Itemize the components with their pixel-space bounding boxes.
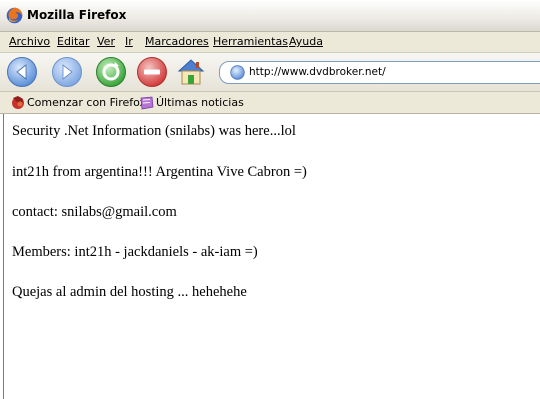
menu-herramientas[interactable]: Herramientas <box>213 35 288 48</box>
bookmarks-toolbar: Comenzar con Firefox Últimas noticias <box>0 92 540 114</box>
bookmark-ultimas-noticias[interactable]: Últimas noticias <box>139 95 244 111</box>
page-content: Security .Net Information (snilabs) was … <box>3 114 540 399</box>
stop-icon[interactable] <box>136 56 168 88</box>
menu-archivo[interactable]: Archivo <box>9 35 50 48</box>
menu-bar: Archivo Editar Ver Ir Marcadores Herrami… <box>0 32 540 53</box>
back-icon[interactable] <box>6 56 38 88</box>
menu-ver[interactable]: Ver <box>97 35 115 48</box>
reload-icon[interactable] <box>95 56 127 88</box>
bookmark-label: Últimas noticias <box>156 96 244 109</box>
url-bar[interactable]: http://www.dvdbroker.net/ <box>219 61 540 84</box>
title-bar: Mozilla Firefox <box>0 0 540 32</box>
navigation-toolbar: http://www.dvdbroker.net/ <box>0 53 540 92</box>
page-globe-icon <box>230 65 245 80</box>
content-line: Members: int21h - jackdaniels - ak-iam =… <box>12 244 258 260</box>
menu-editar[interactable]: Editar <box>57 35 90 48</box>
url-text[interactable]: http://www.dvdbroker.net/ <box>249 66 386 78</box>
content-line: Security .Net Information (snilabs) was … <box>12 123 296 139</box>
firefox-logo-icon <box>6 7 23 24</box>
rss-feed-icon <box>140 96 154 110</box>
browser-window: Mozilla Firefox Archivo Editar Ver Ir Ma… <box>0 0 540 399</box>
content-line: contact: snilabs@gmail.com <box>12 204 177 220</box>
bookmark-label: Comenzar con Firefox <box>27 96 147 109</box>
menu-ir[interactable]: Ir <box>125 35 133 48</box>
forward-icon[interactable] <box>51 56 83 88</box>
window-title: Mozilla Firefox <box>27 8 127 22</box>
content-line: Quejas al admin del hosting ... hehehehe <box>12 284 247 300</box>
content-line: int21h from argentina!!! Argentina Vive … <box>12 164 307 180</box>
home-icon[interactable] <box>175 56 207 88</box>
menu-marcadores[interactable]: Marcadores <box>145 35 209 48</box>
menu-ayuda[interactable]: Ayuda <box>289 35 323 48</box>
bookmark-comenzar-con-firefox[interactable]: Comenzar con Firefox <box>10 95 146 111</box>
firefox-bookmark-icon <box>12 96 24 109</box>
